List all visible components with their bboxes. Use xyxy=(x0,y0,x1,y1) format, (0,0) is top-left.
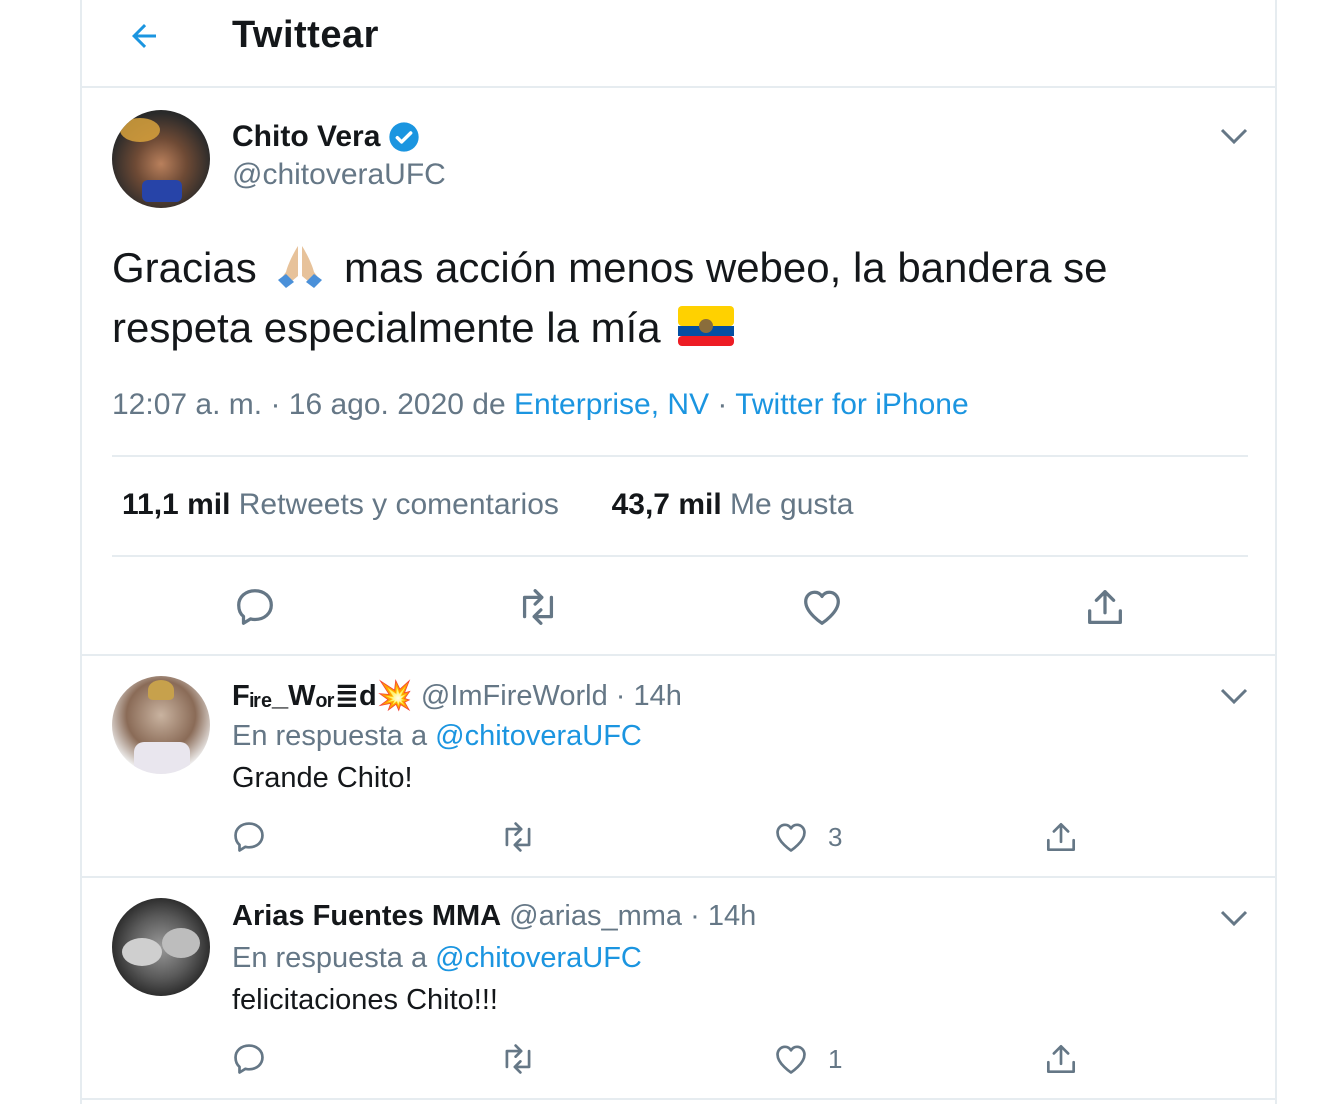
share-icon[interactable] xyxy=(1082,584,1128,630)
divider xyxy=(82,876,1275,878)
like-heart-icon[interactable] xyxy=(799,584,845,630)
tweet-text-part2: mas acción menos webeo, la bandera se re… xyxy=(112,244,1108,351)
tweet-column: Twittear Chito Vera @chitoveraUFC Gracia… xyxy=(80,0,1277,1104)
share-icon[interactable] xyxy=(1042,1040,1080,1078)
reply-header: Arias Fuentes MMA @arias_mma · 14h xyxy=(232,900,757,932)
reply-to-label: En respuesta a xyxy=(232,942,428,974)
tweet-time[interactable]: 12:07 a. m. xyxy=(112,388,262,421)
divider xyxy=(112,555,1248,557)
reply-author-handle[interactable]: @arias_mma xyxy=(509,900,682,932)
retweets-count: 11,1 mil xyxy=(122,488,231,521)
reply-author-name[interactable]: Fᵢᵣₑ_Wₒᵣ≣d💥 xyxy=(232,680,413,712)
ecuador-flag-emoji-icon xyxy=(678,306,735,346)
folded-hands-emoji-icon xyxy=(278,246,323,288)
author-handle[interactable]: @chitoveraUFC xyxy=(232,158,446,192)
chevron-down-icon[interactable] xyxy=(1216,118,1252,154)
tweet-meta: 12:07 a. m. · 16 ago. 2020 de Enterprise… xyxy=(112,388,969,421)
retweet-icon[interactable] xyxy=(515,584,561,630)
chevron-down-icon[interactable] xyxy=(1216,900,1252,936)
location-link[interactable]: Enterprise, NV xyxy=(514,388,709,421)
back-button[interactable] xyxy=(120,12,168,60)
likes-stat[interactable]: 43,7 mil Me gusta xyxy=(612,488,854,521)
reply-to-line: En respuesta a @chitoveraUFC xyxy=(232,942,642,975)
reply-time[interactable]: 14h xyxy=(708,900,756,932)
retweet-icon[interactable] xyxy=(499,818,537,856)
like-count: 1 xyxy=(828,1044,843,1074)
retweet-icon[interactable] xyxy=(499,1040,537,1078)
like-count: 3 xyxy=(828,822,843,852)
page-header: Twittear xyxy=(82,0,1275,88)
reply-icon[interactable] xyxy=(230,1040,268,1078)
reply-time[interactable]: 14h xyxy=(634,680,682,712)
share-icon[interactable] xyxy=(1042,818,1080,856)
tweet-text-part1: Gracias xyxy=(112,244,257,291)
location-prefix: de xyxy=(472,388,506,421)
reply-to-line: En respuesta a @chitoveraUFC xyxy=(232,720,642,753)
author-name-row[interactable]: Chito Vera xyxy=(232,120,420,154)
reply-to-handle-link[interactable]: @chitoveraUFC xyxy=(435,720,642,752)
chevron-down-icon[interactable] xyxy=(1216,678,1252,714)
like-heart-icon[interactable] xyxy=(772,1040,810,1078)
tweet-text: Gracias mas acción menos webeo, la bande… xyxy=(112,238,1222,358)
avatar[interactable] xyxy=(112,110,210,208)
reply-text: Grande Chito! xyxy=(232,762,413,794)
reply-text: felicitaciones Chito!!! xyxy=(232,984,498,1016)
retweets-stat[interactable]: 11,1 mil Retweets y comentarios xyxy=(122,488,567,521)
reply-author-name[interactable]: Arias Fuentes MMA xyxy=(232,900,501,932)
retweets-label: Retweets y comentarios xyxy=(238,488,559,521)
likes-count: 43,7 mil xyxy=(611,488,722,521)
verified-badge-icon xyxy=(389,122,420,152)
source-link[interactable]: Twitter for iPhone xyxy=(735,388,968,421)
reply-header: Fᵢᵣₑ_Wₒᵣ≣d💥 @ImFireWorld · 14h xyxy=(232,680,682,712)
reply-author-handle[interactable]: @ImFireWorld xyxy=(421,680,608,712)
arrow-left-icon xyxy=(132,24,156,48)
reply-avatar[interactable] xyxy=(112,676,210,774)
reply-to-handle-link[interactable]: @chitoveraUFC xyxy=(435,942,642,974)
author-name[interactable]: Chito Vera xyxy=(232,120,380,154)
tweet-date[interactable]: 16 ago. 2020 xyxy=(289,388,464,421)
like-heart-icon[interactable] xyxy=(772,818,810,856)
page-title: Twittear xyxy=(232,14,379,56)
reply-icon[interactable] xyxy=(230,818,268,856)
reply-icon[interactable] xyxy=(232,584,278,630)
reply-avatar[interactable] xyxy=(112,898,210,996)
divider xyxy=(82,654,1275,656)
likes-label: Me gusta xyxy=(730,488,854,521)
reply-to-label: En respuesta a xyxy=(232,720,428,752)
tweet-stats: 11,1 mil Retweets y comentarios 43,7 mil… xyxy=(122,488,853,522)
divider xyxy=(112,455,1248,457)
divider xyxy=(82,1098,1275,1100)
